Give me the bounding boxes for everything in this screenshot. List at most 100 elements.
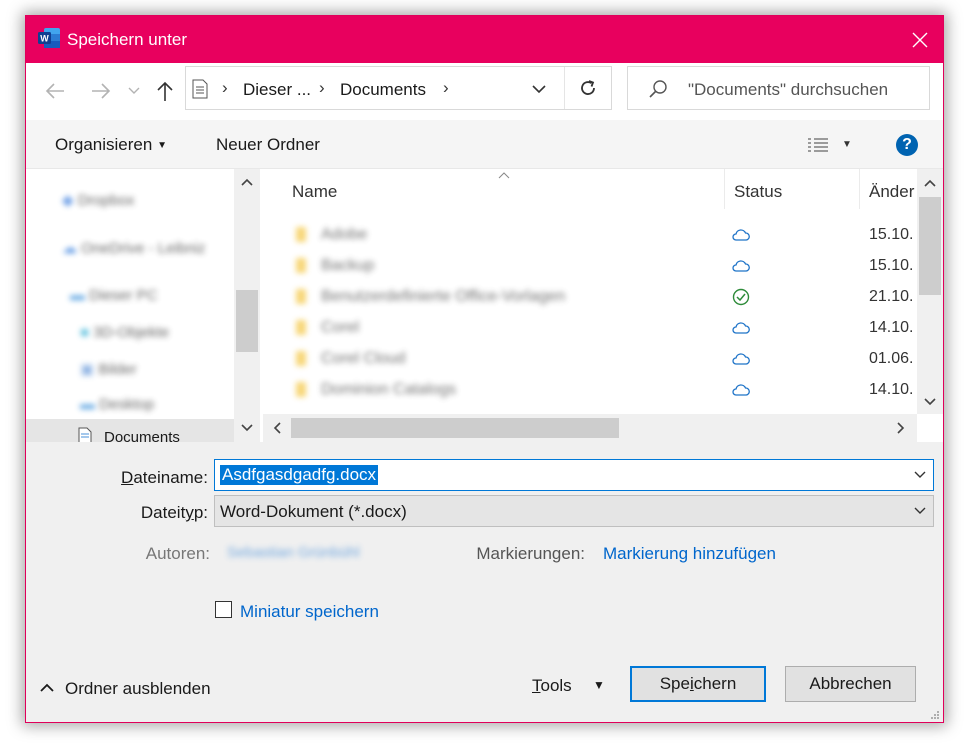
desktop-icon: ▬ bbox=[80, 396, 95, 413]
authors-value[interactable]: Sebastian Grünbühl bbox=[227, 544, 360, 561]
file-row[interactable]: Corel 14.10. bbox=[263, 313, 913, 344]
chevron-down-icon bbox=[128, 87, 140, 94]
scroll-up-icon[interactable] bbox=[241, 178, 253, 186]
scroll-thumb[interactable] bbox=[919, 197, 941, 295]
view-dropdown-icon[interactable]: ▼ bbox=[842, 139, 852, 150]
new-folder-button[interactable]: Neuer Ordner bbox=[216, 135, 320, 155]
cloud-icon: ☁ bbox=[62, 240, 77, 257]
forward-button[interactable] bbox=[88, 76, 114, 106]
view-details-icon[interactable] bbox=[807, 137, 829, 153]
nav-item-pictures[interactable]: ▣ Bilder bbox=[80, 360, 137, 378]
nav-item-label: OneDrive - Leibniz bbox=[81, 240, 206, 257]
filetype-label: Dateityp: bbox=[140, 503, 208, 522]
cloud-icon bbox=[732, 384, 750, 396]
scroll-down-icon[interactable] bbox=[241, 424, 253, 432]
search-box[interactable]: "Documents" durchsuchen bbox=[627, 66, 930, 110]
nav-pane-scrollbar[interactable] bbox=[234, 169, 260, 442]
file-row[interactable]: Adobe 15.10. bbox=[263, 220, 913, 251]
column-header-date[interactable]: Änder bbox=[869, 182, 914, 202]
address-bar[interactable]: › Dieser ... › Documents › bbox=[185, 66, 612, 110]
filename-input[interactable]: Asdfgasdgadfg.docx bbox=[214, 459, 934, 491]
tools-button[interactable]: Tools ▼ bbox=[532, 676, 605, 696]
organize-label: Organisieren bbox=[55, 135, 153, 154]
file-name: Dominion Catalogs bbox=[321, 381, 457, 398]
folder-icon bbox=[296, 258, 306, 273]
nav-item-documents[interactable]: Documents bbox=[26, 419, 234, 442]
tools-label: Tools bbox=[532, 676, 572, 695]
dropdown-arrow-icon: ▼ bbox=[593, 678, 605, 692]
nav-item-3d-objects[interactable]: ■ 3D-Objekte bbox=[80, 324, 169, 341]
file-row[interactable]: Dominion Catalogs 14.10. bbox=[263, 375, 913, 406]
cloud-icon bbox=[732, 260, 750, 272]
scroll-up-icon[interactable] bbox=[924, 179, 936, 187]
sort-ascending-icon bbox=[498, 172, 510, 179]
arrow-left-icon bbox=[45, 83, 64, 99]
column-header-status[interactable]: Status bbox=[734, 182, 782, 202]
file-row[interactable]: Backup 15.10. bbox=[263, 251, 913, 282]
scroll-left-icon[interactable] bbox=[273, 422, 281, 434]
file-row[interactable]: Benutzerdefinierte Office-Vorlagen 21.10… bbox=[263, 282, 913, 313]
file-date: 15.10. bbox=[869, 226, 914, 243]
help-button[interactable]: ? bbox=[896, 134, 918, 156]
nav-item-desktop[interactable]: ▬ Desktop bbox=[80, 396, 154, 413]
svg-text:W: W bbox=[40, 34, 49, 44]
file-row[interactable]: Corel Cloud 01.06. bbox=[263, 344, 913, 375]
document-location-icon bbox=[192, 79, 208, 99]
file-date: 21.10. bbox=[869, 288, 914, 305]
add-tag-link[interactable]: Markierung hinzufügen bbox=[603, 544, 776, 564]
file-list: Name Status Änder Adobe 15.10. Backup 15… bbox=[263, 169, 943, 442]
breadcrumb-this-pc[interactable]: Dieser ... bbox=[243, 80, 311, 100]
arrow-up-icon bbox=[157, 81, 173, 101]
thumbnail-label[interactable]: Miniatur speichern bbox=[240, 602, 379, 622]
nav-item-this-pc[interactable]: ▬ Dieser PC bbox=[70, 287, 158, 304]
column-divider bbox=[859, 169, 860, 209]
file-date: 14.10. bbox=[869, 381, 914, 398]
breadcrumb-documents[interactable]: Documents bbox=[340, 80, 426, 100]
scroll-thumb[interactable] bbox=[236, 290, 258, 352]
authors-label: Autoren: bbox=[145, 544, 210, 563]
browser-area: ◆ Dropbox ☁ OneDrive - Leibniz ▬ Dieser … bbox=[26, 168, 943, 442]
documents-icon bbox=[78, 427, 92, 442]
breadcrumb-separator-icon: › bbox=[443, 78, 449, 97]
breadcrumb-separator-icon: › bbox=[319, 78, 325, 97]
close-icon bbox=[912, 32, 928, 47]
refresh-button[interactable] bbox=[565, 67, 611, 109]
resize-grip-icon[interactable] bbox=[930, 710, 940, 720]
up-button[interactable] bbox=[154, 76, 176, 106]
chevron-down-icon bbox=[914, 507, 926, 514]
arrow-right-icon bbox=[92, 83, 111, 99]
chevron-up-icon bbox=[40, 683, 54, 692]
column-header-name[interactable]: Name bbox=[292, 182, 337, 202]
save-button[interactable]: Spe i chern bbox=[630, 666, 766, 702]
horizontal-scrollbar[interactable] bbox=[263, 414, 917, 442]
scroll-right-icon[interactable] bbox=[897, 422, 905, 434]
thumbnail-checkbox[interactable] bbox=[215, 601, 232, 618]
tags-label: Markierungen: bbox=[476, 544, 585, 563]
scroll-down-icon[interactable] bbox=[924, 398, 936, 406]
file-date: 15.10. bbox=[869, 257, 914, 274]
nav-item-label: Desktop bbox=[99, 396, 155, 413]
cancel-button[interactable]: Abbrechen bbox=[785, 666, 916, 702]
navigation-pane: ◆ Dropbox ☁ OneDrive - Leibniz ▬ Dieser … bbox=[26, 169, 260, 442]
file-list-scrollbar[interactable] bbox=[917, 169, 943, 414]
search-placeholder: "Documents" durchsuchen bbox=[688, 80, 889, 99]
refresh-icon bbox=[581, 80, 595, 95]
close-button[interactable] bbox=[897, 16, 943, 63]
organize-button[interactable]: Organisieren ▼ bbox=[55, 135, 167, 155]
filetype-value: Word-Dokument (*.docx) bbox=[220, 502, 407, 521]
filetype-select[interactable]: Word-Dokument (*.docx) bbox=[214, 495, 934, 527]
address-history-chevron-icon[interactable] bbox=[532, 85, 546, 94]
hide-folders-label: Ordner ausblenden bbox=[65, 679, 211, 698]
nav-item-onedrive[interactable]: ☁ OneDrive - Leibniz bbox=[62, 239, 205, 257]
pictures-icon: ▣ bbox=[80, 361, 95, 378]
cube-icon: ■ bbox=[80, 324, 90, 341]
file-date: 01.06. bbox=[869, 350, 914, 367]
chevron-down-icon[interactable] bbox=[913, 467, 927, 481]
file-name: Backup bbox=[321, 257, 375, 274]
dropbox-icon: ◆ bbox=[62, 192, 74, 209]
recent-locations-button[interactable] bbox=[126, 76, 142, 106]
scroll-thumb[interactable] bbox=[291, 418, 619, 438]
back-button[interactable] bbox=[42, 76, 68, 106]
nav-item-dropbox[interactable]: ◆ Dropbox bbox=[62, 191, 134, 209]
filename-value: Asdfgasdgadfg.docx bbox=[220, 465, 379, 485]
